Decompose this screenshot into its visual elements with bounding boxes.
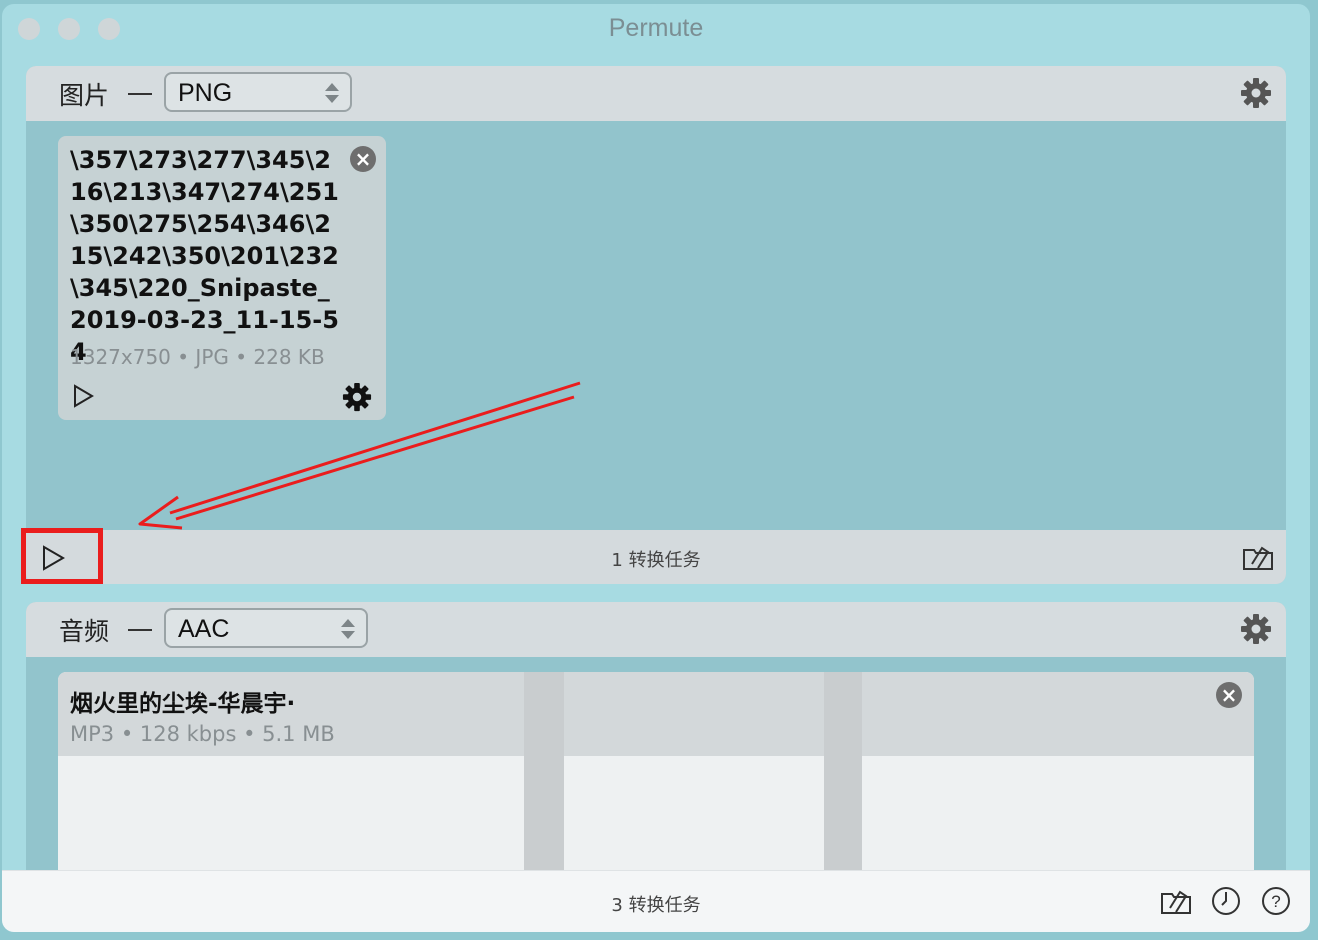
card-gear-icon[interactable] — [342, 382, 372, 412]
audio-panel-header: 音频 AAC — [26, 602, 1286, 657]
image-panel-title: 图片 — [59, 81, 110, 110]
image-task-count: 1 转换任务 — [611, 550, 701, 571]
svg-text:?: ? — [1271, 892, 1280, 911]
audio-panel-gear-icon[interactable] — [1240, 613, 1272, 645]
audio-format-select[interactable]: AAC — [164, 608, 368, 648]
image-panel: 图片 PNG \357\273\277\345\216\213\347\274\… — [26, 66, 1286, 584]
history-clock-icon[interactable] — [1210, 885, 1242, 917]
help-icon[interactable]: ? — [1260, 885, 1292, 917]
updown-chevron-icon — [325, 83, 339, 103]
image-file-meta: 1327x750 • JPG • 228 KB — [70, 345, 325, 369]
image-file-name: \357\273\277\345\216\213\347\274\251\350… — [70, 146, 339, 366]
audio-panel-title: 音频 — [59, 617, 110, 646]
window-footer: 3 转换任务 ? — [2, 870, 1310, 932]
audio-format-value: AAC — [178, 615, 230, 643]
image-panel-header: 图片 PNG — [26, 66, 1286, 121]
image-file-card[interactable]: \357\273\277\345\216\213\347\274\251\350… — [58, 136, 386, 420]
permute-window: Permute 图片 PNG \357\273\277\345\216\213\… — [2, 4, 1310, 932]
image-panel-gear-icon[interactable] — [1240, 77, 1272, 109]
image-format-select[interactable]: PNG — [164, 72, 352, 112]
total-task-count: 3 转换任务 — [611, 895, 701, 916]
image-panel-footer: 1 转换任务 — [26, 530, 1286, 584]
window-title: Permute — [608, 14, 704, 42]
separator-dash — [128, 93, 152, 95]
highlight-box — [21, 528, 103, 584]
folder-icon[interactable] — [1160, 885, 1192, 917]
updown-chevron-icon — [341, 619, 355, 639]
image-format-value: PNG — [178, 79, 233, 107]
card-play-icon[interactable] — [72, 384, 94, 408]
remove-image-close-icon[interactable]: × — [350, 146, 376, 172]
separator-dash — [128, 629, 152, 631]
image-folder-icon[interactable] — [1242, 542, 1274, 572]
